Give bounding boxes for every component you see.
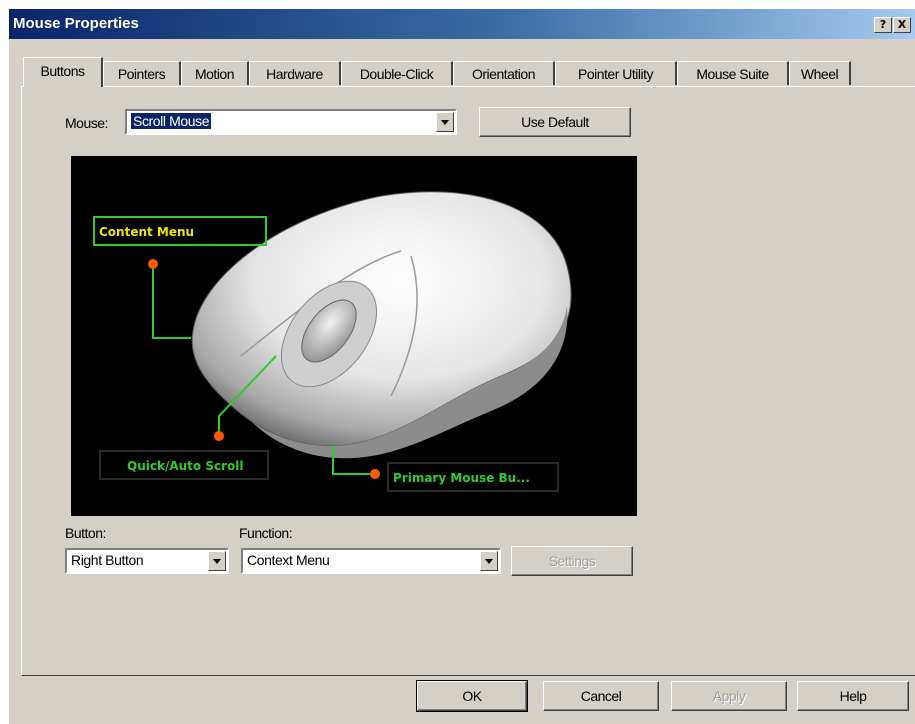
primary-dot xyxy=(370,469,380,479)
function-select-value: Context Menu xyxy=(247,552,330,568)
tab-wheel[interactable]: Wheel xyxy=(789,61,851,85)
tab-mouse-suite[interactable]: Mouse Suite xyxy=(677,61,789,85)
help-button[interactable]: ? xyxy=(874,17,892,33)
primary-button-callout[interactable]: Primary Mouse Bu... xyxy=(387,462,559,492)
context-dot xyxy=(148,259,158,269)
mouse-properties-window: Mouse Properties ? X Buttons Pointers Mo… xyxy=(8,8,915,724)
mouse-select[interactable]: Scroll Mouse xyxy=(125,109,457,135)
mouse-preview: Content Menu Quick/Auto Scroll Primary M… xyxy=(71,156,637,516)
quick-scroll-callout[interactable]: Quick/Auto Scroll xyxy=(99,450,269,480)
chevron-down-icon[interactable] xyxy=(208,551,226,571)
use-default-button[interactable]: Use Default xyxy=(479,107,631,137)
scroll-dot xyxy=(214,431,224,441)
help-dialog-button[interactable]: Help xyxy=(797,681,909,711)
chevron-down-icon[interactable] xyxy=(480,551,498,571)
tab-pointer-utility[interactable]: Pointer Utility xyxy=(555,61,677,85)
mouse-label: Mouse: xyxy=(65,115,108,131)
context-connector xyxy=(152,264,191,339)
tab-motion[interactable]: Motion xyxy=(181,61,249,85)
button-label: Button: xyxy=(65,525,106,541)
function-select[interactable]: Context Menu xyxy=(241,548,501,574)
window-title: Mouse Properties xyxy=(13,15,139,32)
apply-button[interactable]: Apply xyxy=(671,681,787,711)
cancel-button[interactable]: Cancel xyxy=(543,681,659,711)
tab-buttons[interactable]: Buttons xyxy=(23,57,103,87)
tab-hardware[interactable]: Hardware xyxy=(249,61,341,85)
context-menu-callout[interactable]: Content Menu xyxy=(93,216,267,246)
button-select-value: Right Button xyxy=(71,552,144,568)
tab-pointers[interactable]: Pointers xyxy=(103,61,181,85)
tab-double-click[interactable]: Double-Click xyxy=(341,61,453,85)
settings-button[interactable]: Settings xyxy=(511,546,633,576)
ok-button[interactable]: OK xyxy=(416,680,528,712)
button-select[interactable]: Right Button xyxy=(65,548,229,574)
tab-orientation[interactable]: Orientation xyxy=(453,61,555,85)
mouse-select-value: Scroll Mouse xyxy=(131,113,212,129)
function-label: Function: xyxy=(239,525,293,541)
close-button[interactable]: X xyxy=(893,17,911,33)
title-bar: Mouse Properties ? X xyxy=(9,9,915,39)
chevron-down-icon[interactable] xyxy=(436,112,454,132)
